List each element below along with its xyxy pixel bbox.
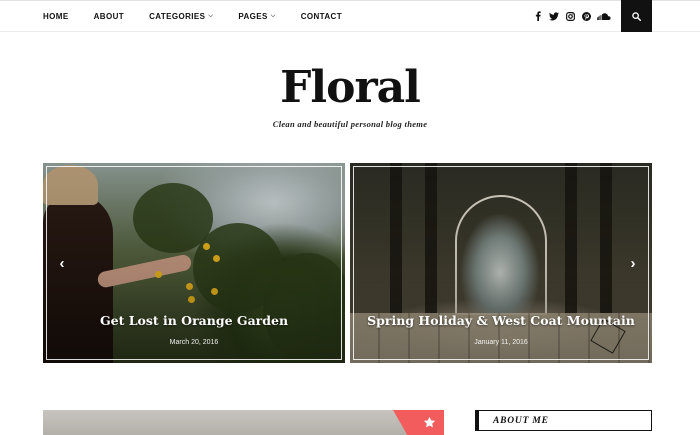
- nav-item-contact[interactable]: CONTACT: [301, 12, 342, 21]
- nav-item-categories[interactable]: CATEGORIES ⌵: [149, 12, 213, 21]
- twitter-icon[interactable]: [549, 11, 559, 21]
- nav-label: PAGES: [238, 11, 268, 21]
- nav-label: CATEGORIES: [149, 11, 206, 21]
- slide-date: March 20, 2016: [169, 339, 219, 346]
- slider-next-arrow-icon[interactable]: ›: [626, 254, 640, 272]
- nav-label: HOME: [43, 11, 69, 21]
- slide-orange-garden[interactable]: Get Lost in Orange Garden March 20, 2016: [43, 163, 345, 363]
- pinterest-icon[interactable]: [581, 11, 591, 21]
- site-title[interactable]: Floral: [0, 58, 700, 118]
- top-navigation-bar: HOME ABOUT CATEGORIES ⌵ PAGES ⌵ CONTACT: [0, 0, 700, 32]
- site-tagline: Clean and beautiful personal blog theme: [272, 119, 428, 129]
- star-icon: [423, 416, 436, 428]
- search-icon: [632, 11, 641, 21]
- nav-label: ABOUT: [93, 11, 125, 21]
- social-links: [533, 0, 617, 32]
- nav-item-home[interactable]: HOME: [43, 12, 69, 21]
- slide-frame: [46, 166, 342, 360]
- facebook-icon[interactable]: [533, 11, 543, 21]
- slide-title[interactable]: Get Lost in Orange Garden: [43, 313, 345, 328]
- featured-post-image[interactable]: [43, 410, 444, 435]
- slider-prev-arrow-icon[interactable]: ‹: [55, 254, 69, 272]
- nav-item-pages[interactable]: PAGES ⌵: [238, 12, 275, 21]
- slide-frame: [353, 166, 649, 360]
- instagram-icon[interactable]: [565, 11, 575, 21]
- sidebar-widget-title: ABOUT ME: [475, 410, 652, 431]
- slide-spring-holiday[interactable]: Spring Holiday & West Coat Mountain Janu…: [350, 163, 652, 363]
- slide-date: January 11, 2016: [474, 339, 528, 346]
- chevron-down-icon: ⌵: [208, 12, 214, 19]
- chevron-down-icon: ⌵: [270, 12, 276, 19]
- main-menu: HOME ABOUT CATEGORIES ⌵ PAGES ⌵ CONTACT: [43, 0, 367, 32]
- nav-label: CONTACT: [300, 11, 343, 21]
- search-button[interactable]: [621, 0, 652, 32]
- slide-title[interactable]: Spring Holiday & West Coat Mountain: [350, 313, 652, 328]
- nav-item-about[interactable]: ABOUT: [94, 12, 124, 21]
- soundcloud-icon[interactable]: [597, 11, 611, 21]
